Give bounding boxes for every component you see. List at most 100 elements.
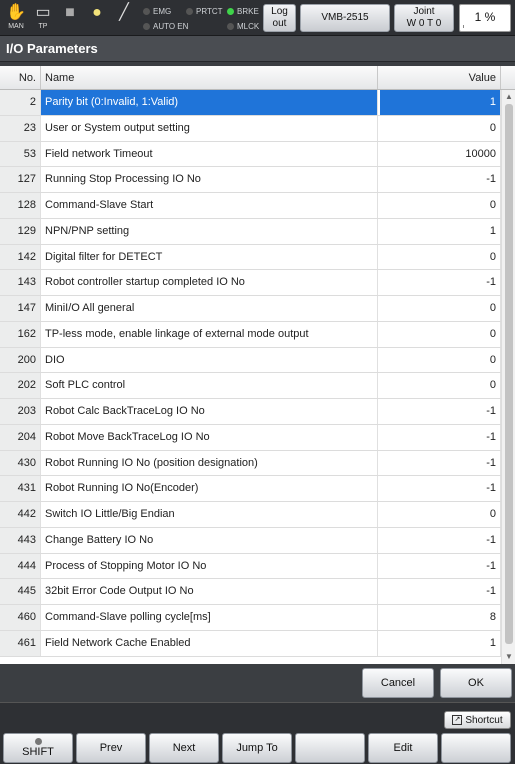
- speed-override[interactable]: 1 %: [459, 4, 511, 32]
- cancel-button[interactable]: Cancel: [362, 668, 434, 698]
- table-row[interactable]: 445 32bit Error Code Output IO No -1: [0, 579, 515, 605]
- scroll-thumb[interactable]: [505, 104, 513, 644]
- header-no[interactable]: No.: [0, 66, 41, 89]
- table-header: No. Name Value: [0, 66, 515, 90]
- row-number: 200: [0, 347, 41, 373]
- row-name: Robot Move BackTraceLog IO No: [41, 424, 378, 450]
- table-row[interactable]: 461 Field Network Cache Enabled 1: [0, 630, 515, 657]
- row-name: DIO: [41, 347, 378, 373]
- shortcut-button[interactable]: ↗ Shortcut: [444, 711, 511, 729]
- header-name[interactable]: Name: [41, 66, 378, 89]
- scroll-down-icon[interactable]: ▼: [504, 652, 514, 662]
- manual-mode-hand-icon[interactable]: ✋ MAN: [4, 3, 28, 33]
- wrench-icon[interactable]: ╱: [112, 3, 136, 33]
- page-title: I/O Parameters: [0, 36, 515, 62]
- row-value: 0: [378, 296, 501, 321]
- row-value: 0: [378, 502, 501, 527]
- shift-led-icon: [34, 738, 42, 745]
- row-name: Digital filter for DETECT: [41, 244, 378, 270]
- row-number: 162: [0, 321, 41, 347]
- row-number: 460: [0, 605, 41, 630]
- table-row[interactable]: 53 Field network Timeout 10000: [0, 141, 515, 168]
- row-number: 142: [0, 244, 41, 270]
- prev-key[interactable]: Prev: [76, 733, 146, 763]
- row-number: 442: [0, 502, 41, 527]
- row-number: 430: [0, 450, 41, 476]
- lightbulb-icon[interactable]: ●: [85, 3, 109, 33]
- row-name: 32bit Error Code Output IO No: [41, 579, 378, 604]
- row-value: 1: [378, 218, 501, 244]
- row-value: -1: [378, 450, 501, 476]
- row-number: 461: [0, 630, 41, 656]
- jump-to-key[interactable]: Jump To: [222, 733, 292, 763]
- row-number: 202: [0, 373, 41, 398]
- joint-mode-button[interactable]: Joint W 0 T 0: [394, 4, 454, 32]
- brke-indicator: BRKE: [227, 6, 259, 18]
- table-row[interactable]: 444 Process of Stopping Motor IO No -1: [0, 553, 515, 580]
- row-number: 444: [0, 553, 41, 579]
- row-name: Change Battery IO No: [41, 527, 378, 553]
- row-value: -1: [378, 553, 501, 579]
- shift-key[interactable]: SHIFT: [3, 733, 73, 763]
- mode-label: MAN: [8, 23, 24, 30]
- table-body: 2 Parity bit (0:Invalid, 1:Valid) 1 23 User …: [0, 90, 515, 657]
- row-value: 0: [378, 347, 501, 373]
- brke-led-icon: [227, 8, 234, 15]
- table-row[interactable]: 460 Command-Slave polling cycle[ms] 8: [0, 605, 515, 631]
- table-row[interactable]: 143 Robot controller startup completed IO…: [0, 270, 515, 296]
- row-number: 204: [0, 424, 41, 450]
- function-key-7[interactable]: [441, 733, 511, 763]
- row-number: 445: [0, 579, 41, 604]
- speed-percent-label: 1 %: [474, 10, 496, 24]
- table-row[interactable]: 204 Robot Move BackTraceLog IO No -1: [0, 424, 515, 451]
- row-name: Running Stop Processing IO No: [41, 167, 378, 192]
- header-value[interactable]: Value: [378, 66, 501, 89]
- mlck-led-icon: [227, 23, 234, 30]
- row-value: 0: [378, 193, 501, 218]
- row-number: 23: [0, 115, 41, 141]
- table-row[interactable]: 128 Command-Slave Start 0: [0, 193, 515, 219]
- table-row[interactable]: 200 DIO 0: [0, 347, 515, 374]
- table-row[interactable]: 442 Switch IO Little/Big Endian 0: [0, 502, 515, 528]
- table-row[interactable]: 443 Change Battery IO No -1: [0, 527, 515, 554]
- row-name: Robot Running IO No(Encoder): [41, 476, 378, 501]
- prtct-indicator: PRTCT: [186, 6, 223, 18]
- teach-pendant-icon[interactable]: ▭ TP: [31, 3, 55, 33]
- row-value: 0: [378, 373, 501, 398]
- table-row[interactable]: 23 User or System output setting 0: [0, 115, 515, 142]
- row-name: TP-less mode, enable linkage of external…: [41, 321, 378, 347]
- vertical-scrollbar[interactable]: ▲ ▼: [501, 90, 515, 664]
- table-row[interactable]: 129 NPN/PNP setting 1: [0, 218, 515, 245]
- row-name: Field Network Cache Enabled: [41, 630, 378, 656]
- row-value: 1: [378, 630, 501, 656]
- row-name: NPN/PNP setting: [41, 218, 378, 244]
- table-row[interactable]: 430 Robot Running IO No (position designa…: [0, 450, 515, 477]
- table-row[interactable]: 203 Robot Calc BackTraceLog IO No -1: [0, 399, 515, 425]
- stop-square-icon[interactable]: ■: [58, 3, 82, 33]
- function-key-5[interactable]: [295, 733, 365, 763]
- edit-key[interactable]: Edit: [368, 733, 438, 763]
- table-row[interactable]: 202 Soft PLC control 0: [0, 373, 515, 399]
- scroll-up-icon[interactable]: ▲: [504, 92, 514, 102]
- row-value: 10000: [378, 141, 501, 167]
- table-row[interactable]: 162 TP-less mode, enable linkage of exter…: [0, 321, 515, 348]
- ok-button[interactable]: OK: [440, 668, 512, 698]
- table-row[interactable]: 142 Digital filter for DETECT 0: [0, 244, 515, 271]
- row-number: 143: [0, 270, 41, 295]
- logout-button[interactable]: Log out: [263, 4, 296, 32]
- table-row[interactable]: 147 MiniI/O All general 0: [0, 296, 515, 322]
- row-number: 2: [0, 90, 41, 115]
- row-number: 127: [0, 167, 41, 192]
- tp-label: TP: [38, 23, 48, 30]
- table-row[interactable]: 127 Running Stop Processing IO No -1: [0, 167, 515, 193]
- next-key[interactable]: Next: [149, 733, 219, 763]
- function-key-bar: ↗ Shortcut SHIFT Prev Next Jump To Edit: [0, 702, 515, 764]
- table-row[interactable]: 2 Parity bit (0:Invalid, 1:Valid) 1: [0, 90, 515, 116]
- row-name: Parity bit (0:Invalid, 1:Valid): [41, 90, 378, 115]
- row-value: 0: [378, 321, 501, 347]
- row-name: User or System output setting: [41, 115, 378, 141]
- mlck-indicator: MLCK: [227, 21, 259, 33]
- robot-model-button[interactable]: VMB-2515: [300, 4, 390, 32]
- table-row[interactable]: 431 Robot Running IO No(Encoder) -1: [0, 476, 515, 502]
- row-name: MiniI/O All general: [41, 296, 378, 321]
